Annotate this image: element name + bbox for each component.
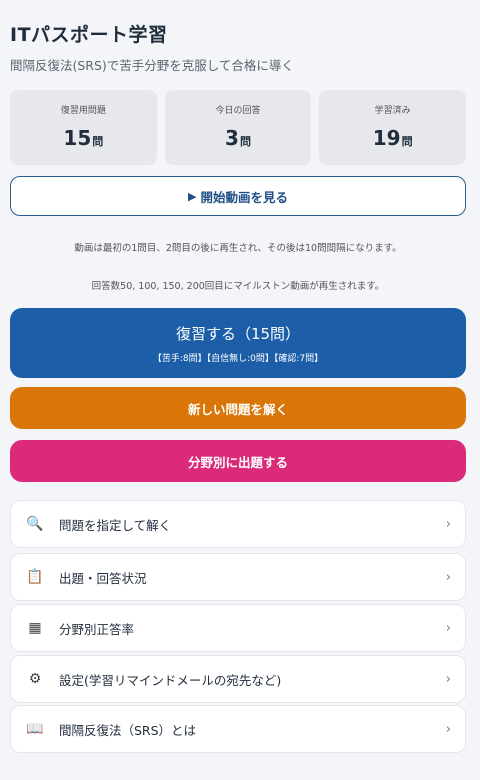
gear-icon: ⚙ [28, 671, 42, 687]
stat-value: 15問 [63, 126, 104, 150]
menu-item-specify-question[interactable]: 🔍 問題を指定して解く › [10, 500, 466, 548]
page-title: ITパスポート学習 [10, 24, 168, 46]
chevron-right-icon: › [445, 721, 451, 737]
play-icon: ▶ [188, 189, 197, 203]
stat-review-count: 復習用問題 15問 [10, 90, 157, 165]
chevron-right-icon: › [445, 569, 451, 585]
menu-item-label: 分野別正答率 [59, 621, 135, 637]
review-button-label: 復習する（15問） [175, 324, 301, 343]
stats-row: 復習用問題 15問 今日の回答 3問 学習済み 19問 [10, 90, 467, 165]
search-icon: 🔍 [26, 516, 44, 532]
stat-label: 今日の回答 [215, 106, 261, 116]
book-icon: 📖 [26, 721, 44, 737]
review-button-detail: 【苦手:8問】【自信無し:0問】【確認:7問】 [152, 353, 324, 364]
menu-item-answer-status[interactable]: 📋 出題・回答状況 › [10, 553, 466, 601]
stat-today-answers: 今日の回答 3問 [164, 90, 312, 165]
stat-learned: 学習済み 19問 [319, 90, 467, 165]
menu-item-about-srs[interactable]: 📖 間隔反復法（SRS）とは › [10, 705, 466, 753]
stat-value: 3問 [225, 126, 251, 150]
menu-item-label: 問題を指定して解く [59, 517, 172, 533]
page-subtitle: 間隔反復法(SRS)で苦手分野を克服して合格に導く [10, 58, 294, 73]
chevron-right-icon: › [445, 620, 451, 636]
menu-item-label: 設定(学習リマインドメールの宛先など) [59, 672, 282, 688]
watch-intro-video-button[interactable]: ▶ 開始動画を見る [10, 176, 466, 216]
video-button-label: 開始動画を見る [200, 189, 288, 205]
menu-item-accuracy-by-field[interactable]: ▦ 分野別正答率 › [10, 604, 466, 652]
chevron-right-icon: › [445, 516, 451, 532]
stat-value: 19問 [372, 126, 413, 150]
menu-item-label: 間隔反復法（SRS）とは [59, 722, 197, 738]
clipboard-icon: 📋 [26, 569, 44, 585]
menu-item-label: 出題・回答状況 [59, 570, 147, 586]
app-page: ITパスポート学習 間隔反復法(SRS)で苦手分野を克服して合格に導く 復習用問… [0, 0, 480, 780]
questions-by-field-button[interactable]: 分野別に出題する [10, 440, 466, 482]
chevron-right-icon: › [445, 671, 451, 687]
video-note: 動画は最初の1問目、2問目の後に再生され、その後は10問間隔になります。 [74, 243, 402, 254]
grid-icon: ▦ [28, 620, 42, 636]
stat-label: 復習用問題 [60, 106, 106, 116]
review-button[interactable]: 復習する（15問） 【苦手:8問】【自信無し:0問】【確認:7問】 [10, 308, 466, 378]
stat-label: 学習済み [374, 106, 411, 116]
milestone-note: 回答数50, 100, 150, 200回目にマイルストン動画が再生されます。 [91, 281, 385, 292]
menu-item-settings[interactable]: ⚙ 設定(学習リマインドメールの宛先など) › [10, 655, 466, 703]
solve-new-questions-button[interactable]: 新しい問題を解く [10, 387, 466, 429]
